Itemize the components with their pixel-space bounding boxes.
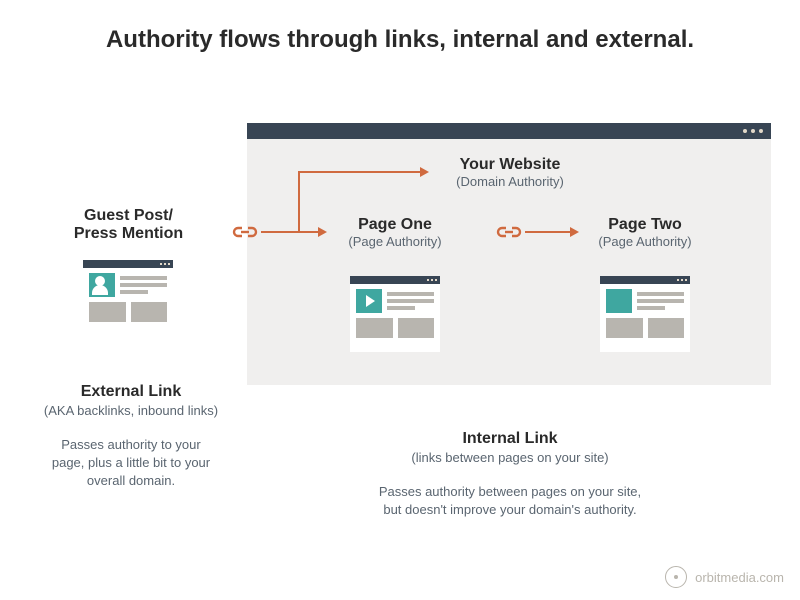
node-guest-post: Guest Post/ Press Mention: [51, 207, 206, 243]
logo-icon: [665, 566, 687, 588]
node-subtext: (Page Authority): [320, 234, 470, 249]
arrow-pageone-to-pagetwo: [525, 231, 570, 233]
footer-credit: orbitmedia.com: [665, 566, 784, 588]
image-icon: [606, 289, 632, 313]
section-heading: External Link: [26, 383, 236, 401]
page-thumbnail-one: [350, 276, 440, 352]
play-icon: [356, 289, 382, 313]
node-heading: Page One: [320, 216, 470, 234]
node-your-website: Your Website (Domain Authority): [425, 156, 595, 189]
footer-text: orbitmedia.com: [695, 570, 784, 585]
section-subtext: (AKA backlinks, inbound links): [26, 403, 236, 418]
node-heading: Page Two: [570, 216, 720, 234]
node-subtext: (Domain Authority): [425, 174, 595, 189]
page-thumbnail-two: [600, 276, 690, 352]
external-link-section: External Link (AKA backlinks, inbound li…: [26, 383, 236, 491]
section-subtext: (links between pages on your site): [330, 450, 690, 465]
chain-link-icon: [232, 225, 258, 239]
chain-link-icon: [496, 225, 522, 239]
window-dot-icon: [759, 129, 763, 133]
node-page-two: Page Two (Page Authority): [570, 216, 720, 249]
arrow-head-icon: [420, 167, 429, 177]
mini-titlebar: [600, 276, 690, 284]
window-titlebar: [247, 123, 771, 139]
section-body: Passes authority between pages on your s…: [330, 483, 690, 519]
arrow-head-icon: [570, 227, 579, 237]
window-dot-icon: [751, 129, 755, 133]
arrow-guest-to-pageone: [261, 231, 318, 233]
internal-link-section: Internal Link (links between pages on yo…: [330, 430, 690, 519]
section-heading: Internal Link: [330, 430, 690, 448]
arrow-head-icon: [318, 227, 327, 237]
diagram-title: Authority flows through links, internal …: [0, 0, 800, 54]
arrow-branch-to-website: [298, 171, 420, 173]
window-dot-icon: [743, 129, 747, 133]
arrow-branch-vertical: [298, 171, 300, 233]
node-heading: Your Website: [425, 156, 595, 174]
mini-titlebar: [350, 276, 440, 284]
node-heading: Guest Post/ Press Mention: [51, 207, 206, 243]
node-subtext: (Page Authority): [570, 234, 720, 249]
avatar-icon: [89, 273, 115, 297]
node-page-one: Page One (Page Authority): [320, 216, 470, 249]
page-thumbnail-guest: [83, 260, 173, 336]
mini-titlebar: [83, 260, 173, 268]
section-body: Passes authority to your page, plus a li…: [26, 436, 236, 491]
